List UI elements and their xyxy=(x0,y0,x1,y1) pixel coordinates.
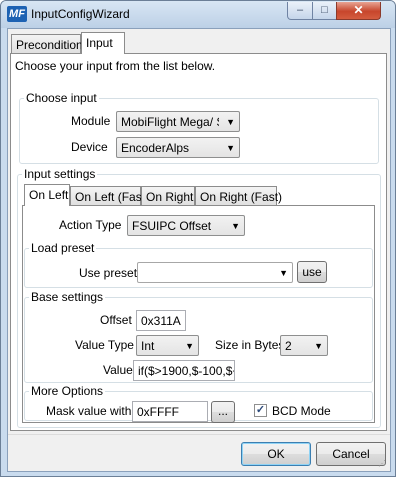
module-select[interactable]: MobiFlight Mega/ SN ▼ xyxy=(116,111,240,132)
base-settings-group: Base settings Offset 0x311A Value Type I… xyxy=(24,290,373,383)
chevron-down-icon: ▼ xyxy=(226,117,235,127)
chevron-down-icon: ▼ xyxy=(231,221,240,231)
window-title: InputConfigWizard xyxy=(31,7,130,21)
dialog-client-area: Precondition Input Choose your input fro… xyxy=(7,28,391,472)
input-config-wizard-window: MF InputConfigWizard – □ ✕ Precondition … xyxy=(0,0,396,477)
tab-on-left[interactable]: On Left xyxy=(24,184,70,206)
value-input[interactable]: if($>1900,$-100,$+1 xyxy=(133,360,235,381)
mask-value-label: Mask value with xyxy=(46,404,132,418)
tab-input[interactable]: Input xyxy=(81,32,125,54)
chevron-down-icon: ▼ xyxy=(279,268,288,278)
on-left-tab-panel: Action Type FSUIPC Offset ▼ Load preset … xyxy=(22,205,375,423)
device-select-value: EncoderAlps xyxy=(121,141,190,155)
size-in-bytes-select[interactable]: 2 ▼ xyxy=(280,335,328,356)
value-label: Value xyxy=(103,363,133,377)
module-select-value: MobiFlight Mega/ SN xyxy=(121,115,219,129)
offset-input[interactable]: 0x311A xyxy=(136,310,186,331)
check-icon: ✓ xyxy=(255,404,266,416)
load-preset-legend: Load preset xyxy=(29,241,97,255)
size-in-bytes-label: Size in Bytes xyxy=(215,338,285,352)
size-grip-icon[interactable]: ⋰ xyxy=(378,459,388,469)
chevron-down-icon: ▼ xyxy=(226,143,235,153)
use-preset-select[interactable]: ▼ xyxy=(137,262,293,283)
module-label: Module xyxy=(71,114,111,128)
use-preset-label: Use preset xyxy=(79,266,138,280)
input-settings-legend: Input settings xyxy=(22,167,98,181)
choose-input-group: Choose input Module MobiFlight Mega/ SN … xyxy=(19,91,379,164)
instruction-text: Choose your input from the list below. xyxy=(15,59,216,73)
device-label: Device xyxy=(71,140,108,154)
use-preset-button[interactable]: use xyxy=(297,261,327,283)
app-logo-icon: MF xyxy=(7,6,27,22)
tab-on-right-fast[interactable]: On Right (Fast) xyxy=(195,186,282,206)
cancel-button[interactable]: Cancel xyxy=(316,442,386,466)
offset-label: Offset xyxy=(100,313,132,327)
base-settings-legend: Base settings xyxy=(29,290,106,304)
bcd-mode-label: BCD Mode xyxy=(272,404,331,418)
dialog-button-bar: OK Cancel ⋰ xyxy=(8,434,390,471)
tab-precondition[interactable]: Precondition xyxy=(11,34,83,54)
mask-browse-button[interactable]: ... xyxy=(211,401,235,423)
more-options-group: More Options Mask value with 0xFFFF ... … xyxy=(24,384,373,423)
ok-button[interactable]: OK xyxy=(241,442,311,466)
more-options-legend: More Options xyxy=(29,384,106,398)
value-type-label: Value Type xyxy=(75,338,134,352)
load-preset-group: Load preset Use preset ▼ use xyxy=(24,241,373,288)
chevron-down-icon: ▼ xyxy=(185,341,194,351)
action-type-value: FSUIPC Offset xyxy=(132,219,212,233)
chevron-down-icon: ▼ xyxy=(314,341,323,351)
value-type-value: Int xyxy=(141,339,155,353)
close-button[interactable]: ✕ xyxy=(336,2,381,20)
bcd-mode-checkbox[interactable]: ✓ xyxy=(254,404,267,417)
tab-on-right[interactable]: On Right xyxy=(141,186,195,206)
input-settings-group: Input settings On Left On Left (Fast) On… xyxy=(17,167,381,428)
action-type-select[interactable]: FSUIPC Offset ▼ xyxy=(127,215,245,236)
tab-on-left-fast[interactable]: On Left (Fast) xyxy=(70,186,149,206)
input-tab-panel: Choose your input from the list below. C… xyxy=(10,53,387,431)
value-type-select[interactable]: Int ▼ xyxy=(136,335,199,356)
maximize-button[interactable]: □ xyxy=(312,2,337,20)
minimize-button[interactable]: – xyxy=(287,2,313,20)
device-select[interactable]: EncoderAlps ▼ xyxy=(116,137,240,158)
mask-value-input[interactable]: 0xFFFF xyxy=(132,401,208,422)
title-bar[interactable]: MF InputConfigWizard – □ ✕ xyxy=(1,1,395,28)
action-type-label: Action Type xyxy=(59,218,122,232)
size-in-bytes-value: 2 xyxy=(285,339,292,353)
choose-input-legend: Choose input xyxy=(24,91,99,105)
